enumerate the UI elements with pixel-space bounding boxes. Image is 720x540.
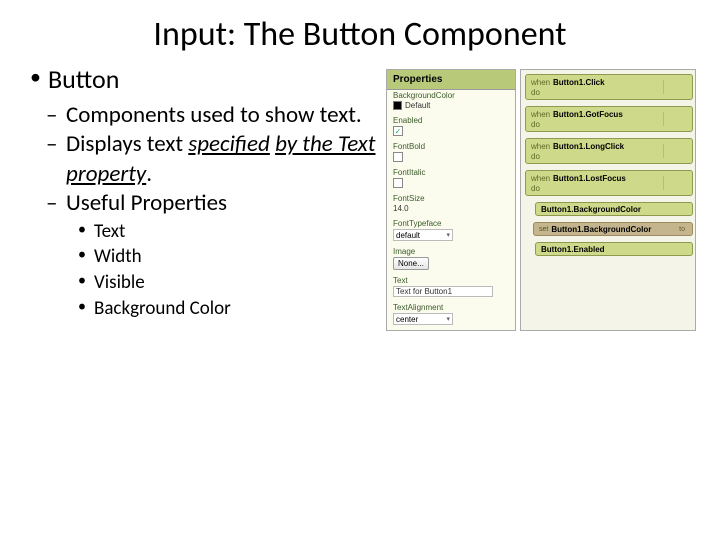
prop-text: Text Text for Button1	[387, 275, 515, 302]
bullet-lvl2-1: Components used to show text.	[30, 101, 380, 130]
keyword-when: when	[531, 142, 553, 151]
prop-textalignment: TextAlignment center	[387, 302, 515, 330]
keyword-do: do	[531, 88, 687, 97]
bullet-lvl1: Button	[30, 63, 380, 95]
prop-label: FontItalic	[393, 168, 509, 177]
text-run: Displays text	[66, 130, 188, 158]
bullet-lvl3-4: Background Color	[30, 296, 380, 322]
prop-label: BackgroundColor	[393, 91, 509, 100]
prop-fontitalic: FontItalic	[387, 167, 515, 193]
prop-label: Enabled	[393, 116, 509, 125]
keyword-set: set	[539, 226, 548, 233]
text-column: Button Components used to show text. Dis…	[20, 63, 380, 331]
prop-label: FontBold	[393, 142, 509, 151]
block-label: Button1.LongClick	[553, 142, 624, 151]
prop-backgroundcolor: BackgroundColor Default	[387, 90, 515, 115]
bullet-lvl3-3: Visible	[30, 270, 380, 296]
checkbox[interactable]	[393, 178, 403, 188]
prop-label: Text	[393, 276, 509, 285]
text-input[interactable]: Text for Button1	[393, 286, 493, 297]
keyword-do: do	[531, 152, 687, 161]
prop-image: Image None...	[387, 246, 515, 275]
dropdown[interactable]: default	[393, 229, 453, 241]
checkbox[interactable]	[393, 152, 403, 162]
slide-body: Button Components used to show text. Dis…	[0, 63, 720, 331]
prop-label: Image	[393, 247, 509, 256]
event-block-longclick[interactable]: whenButton1.LongClick do	[525, 138, 693, 164]
block-label: Button1.BackgroundColor	[551, 225, 651, 234]
prop-fontsize: FontSize 14.0	[387, 193, 515, 218]
setter-block-bgcolor[interactable]: set Button1.BackgroundColor to	[533, 222, 693, 236]
event-block-click[interactable]: whenButton1.Click do	[525, 74, 693, 100]
bullet-lvl3-2: Width	[30, 244, 380, 270]
bullet-lvl2-3: Useful Properties	[30, 189, 380, 218]
image-picker-button[interactable]: None...	[393, 257, 429, 270]
blocks-panel: whenButton1.Click do whenButton1.GotFocu…	[520, 69, 696, 331]
checkbox[interactable]: ✓	[393, 126, 403, 136]
event-block-gotfocus[interactable]: whenButton1.GotFocus do	[525, 106, 693, 132]
properties-header: Properties	[387, 70, 515, 90]
getter-block-bgcolor[interactable]: Button1.BackgroundColor	[535, 202, 693, 216]
block-label: Button1.Enabled	[541, 245, 605, 254]
block-label: Button1.GotFocus	[553, 110, 623, 119]
keyword-when: when	[531, 110, 553, 119]
keyword-when: when	[531, 78, 553, 87]
text-run-underlined: specified	[188, 130, 270, 158]
event-block-lostfocus[interactable]: whenButton1.LostFocus do	[525, 170, 693, 196]
block-label: Button1.Click	[553, 78, 605, 87]
properties-panel: Properties BackgroundColor Default Enabl…	[386, 69, 516, 331]
block-label: Button1.BackgroundColor	[541, 205, 641, 214]
block-label: Button1.LostFocus	[553, 174, 626, 183]
dropdown[interactable]: center	[393, 313, 453, 325]
slide-title: Input: The Button Component	[0, 0, 720, 63]
prop-enabled: Enabled ✓	[387, 115, 515, 141]
keyword-when: when	[531, 174, 553, 183]
prop-label: TextAlignment	[393, 303, 509, 312]
prop-value[interactable]: Default	[405, 101, 430, 110]
prop-fontbold: FontBold	[387, 141, 515, 167]
keyword-do: do	[531, 184, 687, 193]
keyword-do: do	[531, 120, 687, 129]
keyword-to: to	[679, 226, 685, 233]
prop-value[interactable]: 14.0	[393, 204, 509, 213]
getter-block-enabled[interactable]: Button1.Enabled	[535, 242, 693, 256]
prop-fonttypeface: FontTypeface default	[387, 218, 515, 246]
text-run: .	[146, 160, 152, 188]
prop-label: FontSize	[393, 194, 509, 203]
bullet-lvl3-1: Text	[30, 219, 380, 245]
color-swatch-icon	[393, 101, 402, 110]
prop-label: FontTypeface	[393, 219, 509, 228]
bullet-lvl2-2: Displays text specified by the Text prop…	[30, 130, 380, 189]
figure-column: Properties BackgroundColor Default Enabl…	[386, 69, 696, 331]
